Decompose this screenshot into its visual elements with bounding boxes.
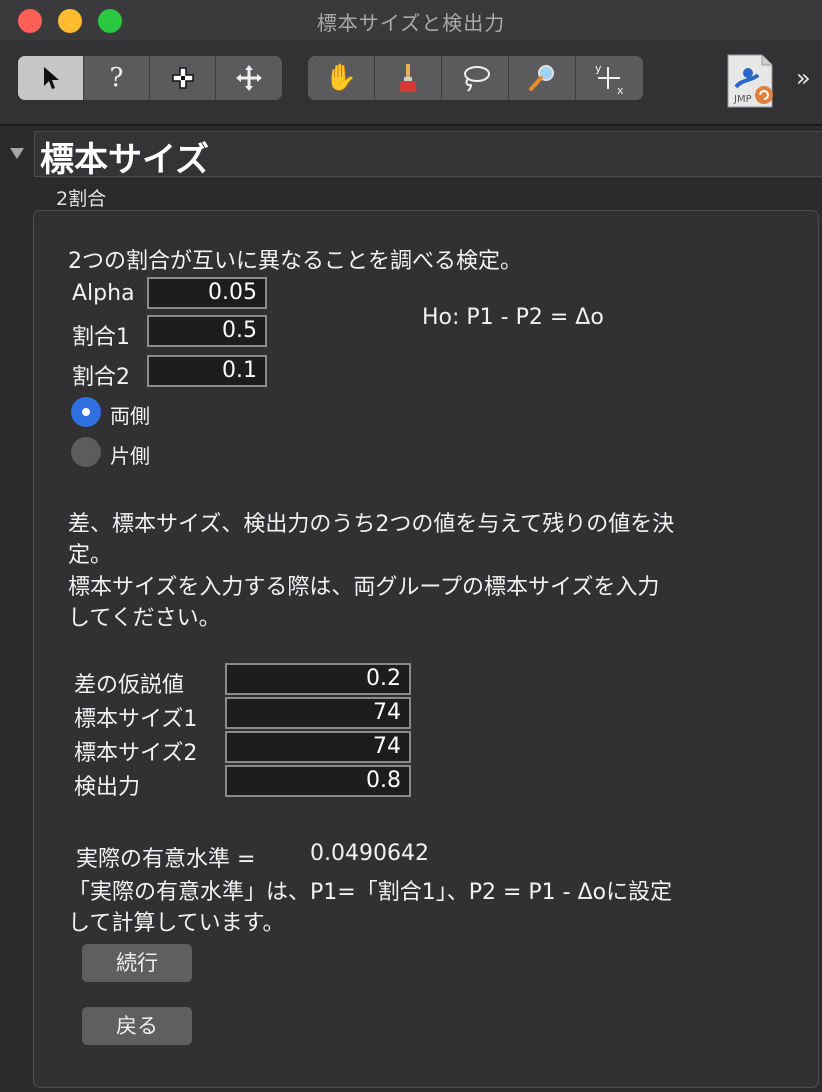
- selection-crosshair-icon: [171, 67, 194, 89]
- brush-tool-button[interactable]: [375, 56, 442, 100]
- continue-button[interactable]: 続行: [82, 944, 192, 982]
- two-sided-radio[interactable]: [71, 397, 101, 427]
- jmp-home-window-button[interactable]: JMP: [722, 53, 778, 109]
- sample-size2-field[interactable]: 74: [225, 731, 411, 763]
- brush-icon: [399, 64, 417, 92]
- note-line-2: して計算しています。: [68, 911, 285, 936]
- arrow-pointer-icon: [43, 67, 59, 89]
- alpha-label: Alpha: [72, 281, 135, 306]
- tool-group-left: ?: [18, 56, 282, 100]
- proportion2-label: 割合2: [72, 365, 130, 390]
- move-tool-button[interactable]: [216, 56, 282, 100]
- arrow-tool-button[interactable]: [18, 56, 84, 100]
- grabber-tool-button[interactable]: ✋: [308, 56, 375, 100]
- proportion1-field[interactable]: 0.5: [147, 315, 267, 347]
- svg-text:x: x: [617, 84, 624, 95]
- sample-size1-label: 標本サイズ1: [74, 707, 198, 732]
- proportion1-label: 割合1: [72, 325, 130, 350]
- toolbar: ? ✋ yx JMP »: [0, 40, 822, 126]
- outline-subtitle: 2割合: [56, 188, 107, 210]
- outline-title: 標本サイズ: [40, 140, 209, 180]
- instruction-line-3: 標本サイズを入力する際は、両グループの標本サイズを入力: [68, 575, 660, 600]
- help-question-icon: ?: [109, 63, 124, 93]
- instruction-line-1: 差、標本サイズ、検出力のうち2つの値を与えて残りの値を決: [68, 512, 675, 537]
- instruction-line-2: 定。: [68, 543, 113, 568]
- outline-header: 標本サイズ: [0, 128, 822, 180]
- window-title: 標本サイズと検出力: [316, 11, 506, 35]
- power-field[interactable]: 0.8: [225, 765, 411, 797]
- actual-alpha-label: 実際の有意水準 =: [76, 847, 256, 872]
- note-line-1: 「実際の有意水準」は、P1=「割合1」、P2 = P1 - Δoに設定: [68, 880, 673, 905]
- difference-field[interactable]: 0.2: [225, 663, 411, 695]
- instruction-line-4: してください。: [68, 606, 221, 631]
- actual-alpha-value: 0.0490642: [310, 841, 429, 866]
- jmp-document-icon: JMP: [727, 54, 773, 108]
- svg-text:y: y: [595, 62, 602, 75]
- two-sided-label: 両側: [110, 404, 150, 428]
- difference-label: 差の仮説値: [74, 673, 185, 698]
- proportion2-field[interactable]: 0.1: [147, 355, 267, 387]
- toolbar-overflow-button[interactable]: »: [796, 64, 811, 92]
- sample-size2-label: 標本サイズ2: [74, 741, 198, 766]
- back-button[interactable]: 戻る: [82, 1007, 192, 1045]
- magnifier-tool-button[interactable]: [509, 56, 576, 100]
- sample-size1-field[interactable]: 74: [225, 697, 411, 729]
- crosshair-xy-icon: yx: [595, 62, 624, 95]
- power-label: 検出力: [74, 775, 141, 800]
- grabber-hand-icon: ✋: [324, 63, 358, 93]
- move-arrows-icon: [236, 65, 262, 91]
- magnifier-icon: [529, 65, 554, 91]
- intro-text: 2つの割合が互いに異なることを調べる検定。: [68, 249, 522, 274]
- jmp-label: JMP: [733, 94, 752, 105]
- sample-size-panel: 2つの割合が互いに異なることを調べる検定。 Alpha 0.05 割合1 0.5…: [33, 210, 819, 1088]
- lasso-tool-button[interactable]: [442, 56, 509, 100]
- alpha-field[interactable]: 0.05: [147, 277, 267, 309]
- help-tool-button[interactable]: ?: [84, 56, 150, 100]
- disclosure-triangle-icon[interactable]: [10, 148, 24, 159]
- title-bar: 標本サイズと検出力: [0, 0, 822, 40]
- hypothesis-text: Ho: P1 - P2 = Δo: [422, 305, 604, 330]
- tool-group-right: ✋ yx: [308, 56, 643, 100]
- one-sided-label: 片側: [110, 444, 150, 468]
- crosshair-tool-button[interactable]: yx: [576, 56, 643, 100]
- selection-tool-button[interactable]: [150, 56, 216, 100]
- one-sided-radio[interactable]: [71, 437, 101, 467]
- lasso-icon: [464, 66, 490, 92]
